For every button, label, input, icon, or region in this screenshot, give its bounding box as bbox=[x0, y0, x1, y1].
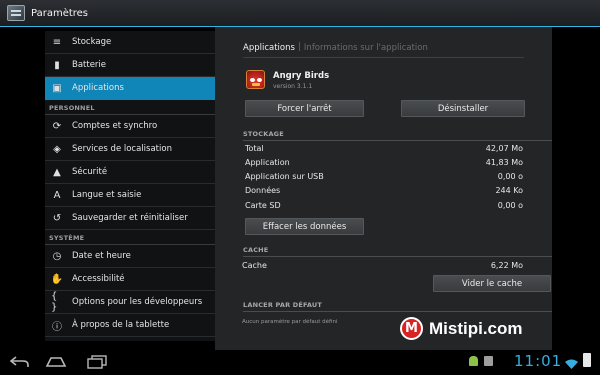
divider bbox=[243, 57, 524, 58]
sidebar-section-header: PERSONNEL bbox=[45, 100, 215, 115]
sidebar-item-accessibilite[interactable]: ✋ Accessibilité bbox=[45, 268, 215, 291]
sidebar-item-apropos[interactable]: ⓘ À propos de la tablette bbox=[45, 314, 215, 337]
android-notification-icon[interactable] bbox=[469, 356, 478, 366]
app-name: Angry Birds bbox=[273, 71, 330, 81]
sidebar-item-label: Date et heure bbox=[72, 251, 131, 261]
storage-row-value: 41,83 Mo bbox=[485, 158, 523, 167]
storage-row: Données 244 Ko bbox=[245, 186, 523, 199]
battery-status-icon[interactable] bbox=[583, 353, 591, 367]
divider bbox=[243, 256, 552, 257]
sd-card-icon[interactable] bbox=[484, 356, 493, 366]
home-icon[interactable] bbox=[45, 355, 67, 369]
storage-row-value: 0,00 o bbox=[497, 201, 523, 210]
sidebar-item-label: Sauvegarder et réinitialiser bbox=[72, 213, 188, 223]
status-clock[interactable]: 11:01 bbox=[514, 352, 562, 370]
page-title: Paramètres bbox=[31, 7, 89, 19]
sidebar-item-label: Stockage bbox=[72, 37, 112, 47]
breadcrumb-applications[interactable]: Applications bbox=[243, 43, 295, 53]
app-version: version 3.1.1 bbox=[273, 83, 313, 90]
watermark: M Mistipi.com bbox=[400, 317, 523, 340]
action-bar: Paramètres bbox=[0, 0, 600, 27]
sidebar-item-label: Services de localisation bbox=[72, 144, 172, 154]
sidebar-item-localisation[interactable]: ◈ Services de localisation bbox=[45, 138, 215, 161]
wifi-icon[interactable] bbox=[565, 355, 578, 374]
sidebar-item-langue[interactable]: A Langue et saisie bbox=[45, 184, 215, 207]
storage-section-header: STOCKAGE bbox=[243, 130, 284, 138]
sidebar-item-label: Comptes et synchro bbox=[72, 121, 158, 131]
sidebar-item-label: Batterie bbox=[72, 60, 107, 70]
cache-value: 6,22 Mo bbox=[490, 261, 523, 270]
storage-row: Total 42,07 Mo bbox=[245, 144, 523, 157]
sidebar-item-applications[interactable]: ▣ Applications bbox=[45, 77, 215, 100]
lock-icon: ▲ bbox=[53, 166, 61, 178]
sidebar-item-batterie[interactable]: ▮ Batterie bbox=[45, 54, 215, 77]
sidebar-item-label: Langue et saisie bbox=[72, 190, 142, 200]
sidebar-item-label: Options pour les développeurs bbox=[72, 297, 203, 307]
angry-birds-app-icon bbox=[246, 70, 265, 89]
force-stop-button[interactable]: Forcer l'arrêt bbox=[245, 100, 364, 117]
storage-row: Application sur USB 0,00 o bbox=[245, 172, 523, 185]
backup-icon: ↺ bbox=[52, 212, 62, 224]
cache-label: Cache bbox=[242, 261, 267, 270]
info-icon: ⓘ bbox=[52, 321, 62, 333]
sidebar-item-label: Accessibilité bbox=[72, 274, 125, 284]
cache-section-header: CACHE bbox=[243, 246, 269, 254]
sidebar-item-securite[interactable]: ▲ Sécurité bbox=[45, 161, 215, 184]
system-nav-bar bbox=[0, 350, 600, 375]
divider bbox=[243, 311, 552, 312]
uninstall-button[interactable]: Désinstaller bbox=[401, 100, 525, 117]
apps-icon: ▣ bbox=[52, 82, 62, 94]
sidebar-item-developpeurs[interactable]: { } Options pour les développeurs bbox=[45, 291, 215, 314]
settings-app-icon[interactable] bbox=[7, 5, 25, 21]
braces-icon: { } bbox=[51, 291, 58, 313]
mistipi-logo: M bbox=[400, 317, 423, 340]
battery-icon: ▮ bbox=[54, 59, 60, 71]
storage-row: Application 41,83 Mo bbox=[245, 158, 523, 171]
launch-default-section-header: LANCER PAR DÉFAUT bbox=[243, 301, 323, 309]
clear-cache-button[interactable]: Vider le cache bbox=[433, 275, 551, 292]
storage-row-value: 244 Ko bbox=[495, 186, 523, 195]
storage-row-label: Carte SD bbox=[245, 201, 281, 210]
clock-icon: ◷ bbox=[52, 250, 62, 262]
storage-icon: ≡ bbox=[52, 36, 62, 48]
location-icon: ◈ bbox=[53, 143, 61, 155]
settings-sidebar: ≡ Stockage ▮ Batterie ▣ Applications PERSONNEL… bbox=[45, 31, 215, 341]
breadcrumb-separator bbox=[298, 42, 300, 51]
breadcrumb-app-info: Informations sur l'application bbox=[303, 43, 428, 53]
storage-row-value: 0,00 o bbox=[497, 172, 523, 181]
sidebar-item-sauvegarder[interactable]: ↺ Sauvegarder et réinitialiser bbox=[45, 207, 215, 230]
storage-row-label: Application sur USB bbox=[245, 172, 324, 181]
sidebar-item-stockage[interactable]: ≡ Stockage bbox=[45, 31, 215, 54]
app-info-panel: Applications Informations sur l'applicati… bbox=[215, 27, 552, 350]
watermark-text: Mistipi.com bbox=[429, 318, 523, 338]
sidebar-item-label: Sécurité bbox=[72, 167, 108, 177]
recent-apps-icon[interactable] bbox=[86, 355, 108, 369]
storage-row-label: Données bbox=[245, 186, 281, 195]
divider bbox=[243, 140, 552, 141]
sidebar-section-header: SYSTÈME bbox=[45, 230, 215, 245]
storage-row-label: Total bbox=[245, 144, 264, 153]
storage-row-value: 42,07 Mo bbox=[485, 144, 523, 153]
hand-icon: ✋ bbox=[50, 273, 64, 285]
sidebar-item-label: Applications bbox=[72, 83, 124, 93]
launch-default-text: Aucun paramètre par défaut défini bbox=[242, 319, 338, 325]
sync-icon: ⟳ bbox=[52, 120, 62, 132]
cache-row: Cache 6,22 Mo bbox=[242, 261, 523, 274]
storage-row-label: Application bbox=[245, 158, 290, 167]
sidebar-item-date[interactable]: ◷ Date et heure bbox=[45, 245, 215, 268]
storage-row: Carte SD 0,00 o bbox=[245, 201, 523, 214]
back-icon[interactable] bbox=[8, 355, 30, 369]
breadcrumb: Applications Informations sur l'applicati… bbox=[243, 42, 428, 53]
sidebar-item-comptes[interactable]: ⟳ Comptes et synchro bbox=[45, 115, 215, 138]
sidebar-item-label: À propos de la tablette bbox=[72, 320, 170, 330]
clear-data-button[interactable]: Effacer les données bbox=[245, 218, 364, 235]
language-icon: A bbox=[53, 189, 61, 201]
